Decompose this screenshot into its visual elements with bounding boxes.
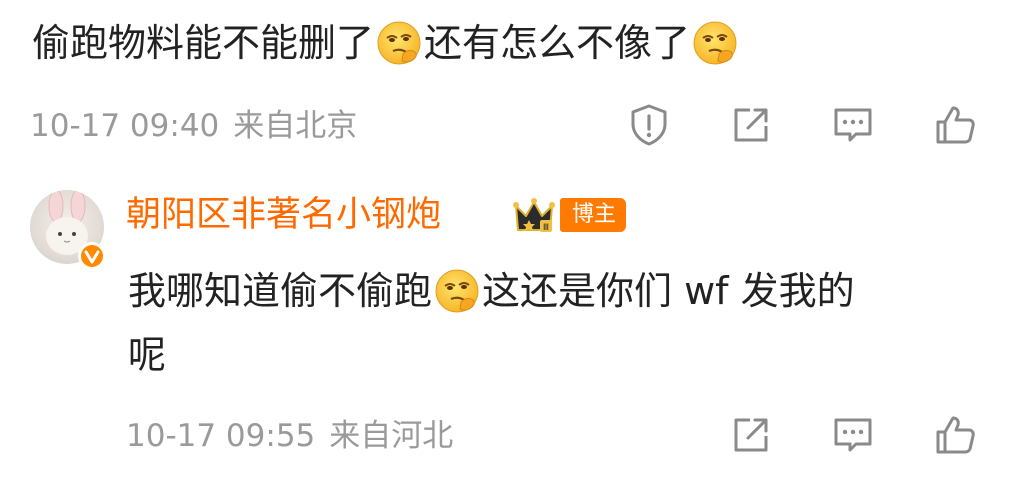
share-button[interactable] <box>728 102 774 148</box>
reply-text-line1: 我哪知道偷不偷跑 这还是你们 wf 发我的 <box>128 266 855 316</box>
like-icon <box>936 106 975 144</box>
svg-text:Ⅲ: Ⅲ <box>543 222 549 232</box>
reply-comment-button[interactable] <box>830 412 876 458</box>
comment-text: 偷跑物料能不能删了 还有怎么不像了 <box>32 18 740 68</box>
reply-meta: 10-17 09:55 来自河北 <box>126 416 453 456</box>
reply-text-part3: 呢 <box>128 333 167 377</box>
thinking-face-icon <box>376 20 422 66</box>
thinking-face-icon <box>692 20 738 66</box>
reply-location: 来自河北 <box>329 418 454 454</box>
comment-icon <box>834 108 872 142</box>
comment-icon <box>834 418 872 452</box>
comment-time: 10-17 09:40 <box>30 108 220 144</box>
reply-time: 10-17 09:55 <box>126 418 316 454</box>
reply-share-button[interactable] <box>728 412 774 458</box>
verified-badge <box>78 242 106 270</box>
reply-text-part1: 我哪知道偷不偷跑 <box>128 269 433 313</box>
reply-text-line2: 呢 <box>128 330 166 380</box>
reply-like-button[interactable] <box>932 412 978 458</box>
comment-location: 来自北京 <box>233 108 358 144</box>
comment-button[interactable] <box>830 102 876 148</box>
like-button[interactable] <box>932 102 978 148</box>
share-icon <box>734 108 768 142</box>
verified-icon <box>81 245 103 267</box>
like-icon <box>936 416 975 454</box>
comment-text-part1: 偷跑物料能不能删了 <box>32 21 375 65</box>
blogger-tag: 博主 <box>560 198 627 232</box>
username[interactable]: 朝阳区非著名小钢炮 <box>126 192 441 238</box>
comment-meta: 10-17 09:40 来自北京 <box>30 106 357 146</box>
reply-text-part2: 这还是你们 wf 发我的 <box>482 269 855 313</box>
thinking-face-icon <box>434 268 480 314</box>
report-button[interactable] <box>626 102 672 148</box>
report-icon <box>631 104 667 146</box>
comment-text-part2: 还有怎么不像了 <box>424 21 691 65</box>
share-icon <box>734 418 768 452</box>
